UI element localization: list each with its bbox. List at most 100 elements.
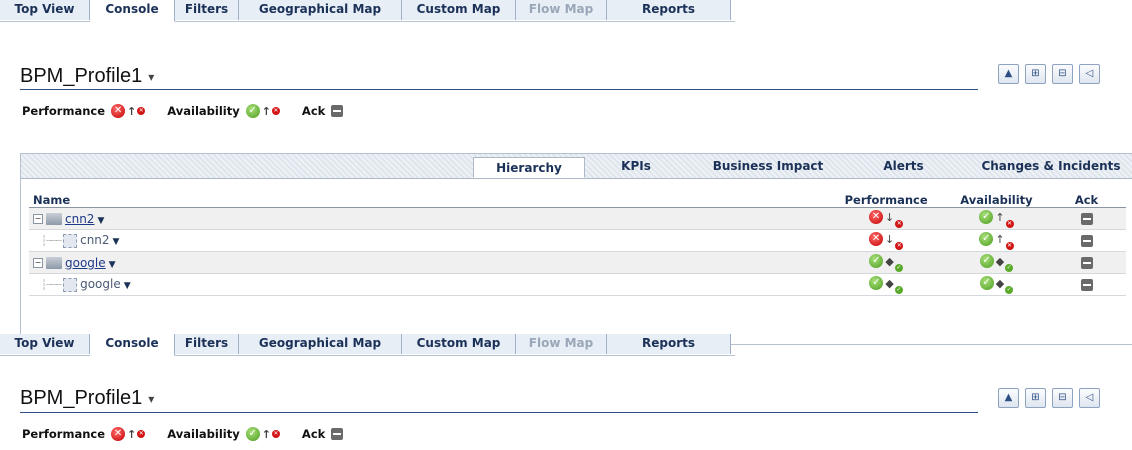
availability-label: Availability bbox=[167, 427, 240, 441]
top-nav-bar-repeat: Top View Console Filters Geographical Ma… bbox=[0, 334, 735, 356]
ci-name[interactable]: cnn2 bbox=[80, 233, 109, 247]
tab-reports[interactable]: Reports bbox=[607, 334, 731, 354]
ack-summary: Ack bbox=[301, 104, 344, 118]
ack-icon[interactable] bbox=[1080, 213, 1093, 225]
top-nav-bar: Top View Console Filters Geographical Ma… bbox=[0, 0, 735, 22]
page-title: BPM_Profile1 ▾ bbox=[20, 387, 154, 410]
ok-status-icon: ✓ bbox=[869, 254, 884, 268]
tab-filters[interactable]: Filters bbox=[175, 334, 239, 354]
tab-top-view[interactable]: Top View bbox=[0, 0, 90, 20]
tree-connector: ┆┄┄┄ bbox=[41, 280, 62, 292]
ack-cell bbox=[1047, 207, 1126, 230]
table-row[interactable]: − google ▼ ✓ ◆ ✓ ✓ ◆ ✓ bbox=[29, 251, 1126, 274]
collapse-up-icon[interactable]: ▲ bbox=[998, 64, 1019, 84]
trend-up-icon: ↑ bbox=[127, 427, 137, 441]
ack-icon[interactable] bbox=[1080, 257, 1093, 269]
trend-up-icon: ↑ bbox=[127, 104, 137, 118]
availability-cell: ✓ ↑ ✕ bbox=[945, 229, 1048, 252]
collapse-tree-icon[interactable]: ⊟ bbox=[1052, 64, 1073, 84]
trend-ok-icon: ✓ bbox=[1005, 285, 1014, 294]
expand-tree-icon[interactable]: ⊞ bbox=[1025, 64, 1046, 84]
context-menu-caret-icon[interactable]: ▼ bbox=[124, 281, 131, 291]
trend-error-icon: ✕ bbox=[895, 241, 904, 250]
performance-summary: Performance ✕ ↑ ✕ bbox=[22, 427, 146, 441]
tab-business-impact[interactable]: Business Impact bbox=[693, 157, 843, 178]
context-menu-caret-icon[interactable]: ▼ bbox=[109, 260, 116, 270]
tab-filters[interactable]: Filters bbox=[175, 0, 239, 20]
speaker-icon[interactable]: ◁ bbox=[1079, 64, 1100, 84]
tab-alerts[interactable]: Alerts bbox=[866, 157, 941, 178]
collapse-toggle-icon[interactable]: − bbox=[33, 258, 43, 268]
ok-status-icon: ✓ bbox=[979, 276, 994, 290]
summary-status-row: Performance ✕ ↑ ✕ Availability ✓ ↑ ✕ Ack bbox=[22, 427, 365, 441]
tab-console[interactable]: Console bbox=[90, 334, 175, 356]
hierarchy-table: Name Performance Availability Ack − cnn2 ▼… bbox=[29, 192, 1126, 296]
trend-up-icon: ↑ bbox=[995, 210, 1005, 224]
col-availability[interactable]: Availability bbox=[945, 192, 1048, 208]
availability-cell: ✓ ◆ ✓ bbox=[945, 251, 1048, 274]
name-cell: ┆┄┄┄ google ▼ bbox=[29, 273, 827, 296]
summary-status-row: Performance ✕ ↑ ✕ Availability ✓ ↑ ✕ Ack bbox=[22, 104, 365, 118]
availability-summary: Availability ✓ ↑ ✕ bbox=[167, 427, 280, 441]
group-folder-icon bbox=[46, 257, 62, 269]
ack-icon[interactable] bbox=[331, 105, 344, 117]
page-title: BPM_Profile1 ▾ bbox=[20, 65, 154, 88]
tab-custom-map[interactable]: Custom Map bbox=[402, 334, 516, 354]
monitor-node-icon bbox=[63, 277, 78, 292]
speaker-icon[interactable]: ◁ bbox=[1079, 388, 1100, 408]
error-status-icon: ✕ bbox=[869, 232, 884, 246]
table-header: Name Performance Availability Ack bbox=[29, 192, 1126, 208]
col-ack[interactable]: Ack bbox=[1047, 192, 1126, 208]
name-cell: − google ▼ bbox=[29, 251, 827, 274]
tab-kpis[interactable]: KPIs bbox=[606, 157, 666, 178]
tab-geographical-map[interactable]: Geographical Map bbox=[239, 334, 402, 354]
collapse-up-icon[interactable]: ▲ bbox=[998, 388, 1019, 408]
trend-up-icon: ↑ bbox=[261, 427, 271, 441]
title-dropdown-caret-icon[interactable]: ▾ bbox=[148, 392, 154, 406]
tab-custom-map[interactable]: Custom Map bbox=[402, 0, 516, 20]
name-cell: − cnn2 ▼ bbox=[29, 207, 827, 230]
tab-console[interactable]: Console bbox=[90, 0, 175, 22]
tab-geographical-map[interactable]: Geographical Map bbox=[239, 0, 402, 20]
performance-cell: ✓ ◆ ✓ bbox=[826, 273, 946, 296]
tab-top-view[interactable]: Top View bbox=[0, 334, 90, 354]
error-status-icon: ✕ bbox=[111, 104, 126, 118]
trend-down-icon: ↓ bbox=[885, 210, 895, 224]
ack-icon[interactable] bbox=[1080, 279, 1093, 291]
ok-status-icon: ✓ bbox=[245, 427, 260, 441]
performance-label: Performance bbox=[22, 427, 106, 441]
title-underline bbox=[20, 89, 978, 90]
performance-cell: ✕ ↓ ✕ bbox=[826, 229, 946, 252]
col-performance[interactable]: Performance bbox=[826, 192, 946, 208]
ci-name[interactable]: google bbox=[80, 277, 121, 291]
ok-status-icon: ✓ bbox=[869, 276, 884, 290]
page-title-text: BPM_Profile1 bbox=[20, 387, 143, 409]
tab-reports[interactable]: Reports bbox=[607, 0, 731, 20]
ack-label: Ack bbox=[301, 427, 326, 441]
ci-link[interactable]: google bbox=[65, 256, 106, 270]
tab-flow-map: Flow Map bbox=[516, 0, 607, 20]
tab-hierarchy[interactable]: Hierarchy bbox=[473, 157, 585, 178]
name-cell: ┆┄┄┄ cnn2 ▼ bbox=[29, 229, 827, 252]
collapse-tree-icon[interactable]: ⊟ bbox=[1052, 388, 1073, 408]
table-row[interactable]: ┆┄┄┄ google ▼ ✓ ◆ ✓ ✓ ◆ ✓ bbox=[29, 273, 1126, 296]
ack-icon[interactable] bbox=[331, 428, 344, 440]
trend-steady-icon: ◆ bbox=[995, 254, 1005, 268]
collapse-toggle-icon[interactable]: − bbox=[33, 214, 43, 224]
context-menu-caret-icon[interactable]: ▼ bbox=[97, 216, 104, 226]
expand-tree-icon[interactable]: ⊞ bbox=[1025, 388, 1046, 408]
col-name[interactable]: Name bbox=[29, 192, 827, 208]
ok-status-icon: ✓ bbox=[979, 210, 994, 224]
title-dropdown-caret-icon[interactable]: ▾ bbox=[148, 70, 154, 84]
trend-error-icon: ✕ bbox=[137, 430, 146, 438]
availability-cell: ✓ ◆ ✓ bbox=[945, 273, 1048, 296]
ack-icon[interactable] bbox=[1080, 235, 1093, 247]
availability-cell: ✓ ↑ ✕ bbox=[945, 207, 1048, 230]
trend-ok-icon: ✓ bbox=[894, 263, 903, 272]
ack-label: Ack bbox=[301, 104, 326, 118]
table-row[interactable]: ┆┄┄┄ cnn2 ▼ ✕ ↓ ✕ ✓ ↑ ✕ bbox=[29, 229, 1126, 252]
table-row[interactable]: − cnn2 ▼ ✕ ↓ ✕ ✓ ↑ ✕ bbox=[29, 207, 1126, 230]
tab-changes-incidents[interactable]: Changes & Incidents bbox=[966, 157, 1132, 178]
ci-link[interactable]: cnn2 bbox=[65, 212, 94, 226]
context-menu-caret-icon[interactable]: ▼ bbox=[113, 237, 120, 247]
